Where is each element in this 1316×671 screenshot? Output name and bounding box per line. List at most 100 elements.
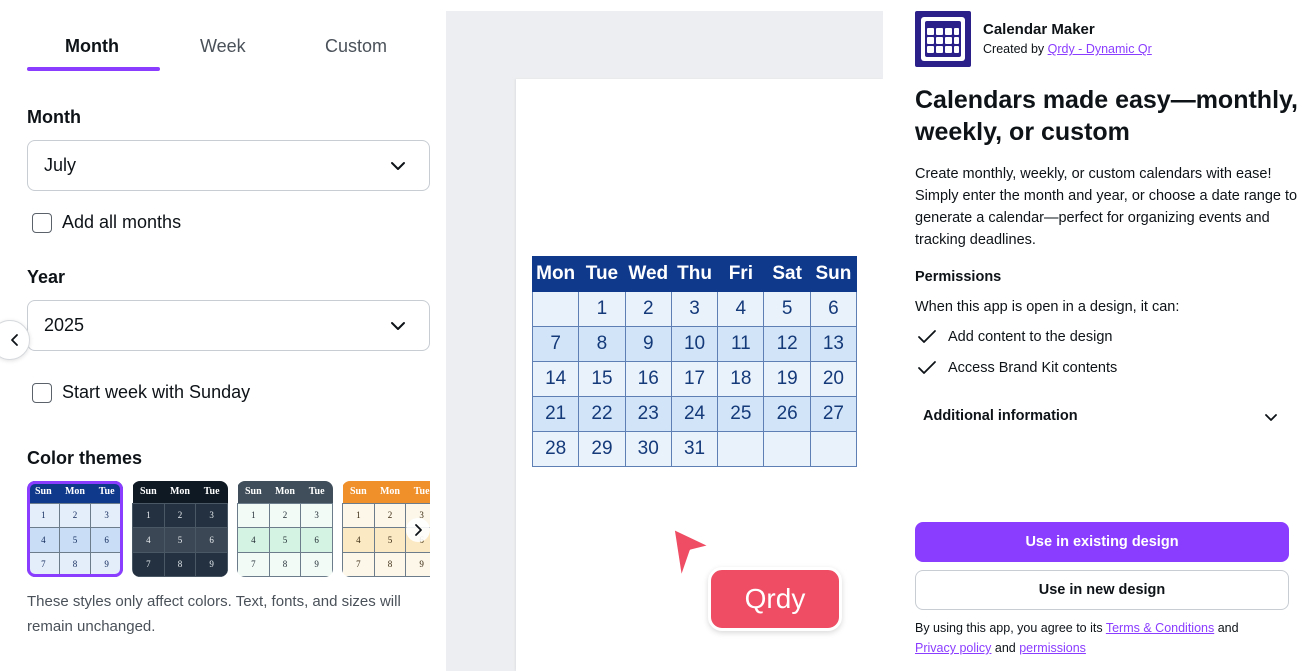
app-creator: Created by Qrdy - Dynamic Qr bbox=[983, 42, 1152, 56]
theme-preview-header: Tue bbox=[405, 481, 430, 503]
calendar-day-header: Sun bbox=[809, 256, 858, 292]
creator-link[interactable]: Qrdy - Dynamic Qr bbox=[1048, 42, 1152, 56]
theme-preview-table: SunMonTue 123 456 789 bbox=[132, 481, 228, 577]
theme-preview-cell: 3 bbox=[195, 502, 228, 528]
tab-custom[interactable]: Custom bbox=[325, 36, 387, 57]
calendar-date-cell[interactable]: 5 bbox=[763, 291, 811, 327]
calendar-date-cell[interactable]: 21 bbox=[531, 396, 580, 432]
design-page[interactable]: Mon Tue Wed Thu Fri Sat Sun 1 2 3 4 5 6 7 8 9 10 11 12 13 14… bbox=[516, 79, 883, 671]
calendar-date-cell[interactable]: 26 bbox=[763, 396, 811, 432]
legal-and: and bbox=[1214, 621, 1239, 635]
color-themes-label: Color themes bbox=[27, 448, 143, 468]
theme-preview-header: Sun bbox=[342, 481, 375, 503]
app-settings-panel: Month Week Custom Month July Add all mon… bbox=[0, 0, 446, 671]
calendar-date-cell[interactable]: 8 bbox=[578, 326, 626, 362]
use-in-existing-design-button[interactable]: Use in existing design bbox=[915, 522, 1289, 562]
calendar-date-cell[interactable]: 27 bbox=[809, 396, 858, 432]
calendar-date-cell[interactable]: 31 bbox=[670, 431, 719, 467]
theme-preview-cell: 7 bbox=[27, 551, 60, 577]
additional-info-accordion[interactable]: Additional information bbox=[915, 398, 1287, 436]
theme-preview-cell: 1 bbox=[132, 502, 165, 528]
color-theme-dark[interactable]: Sun Mon Tue 1 2 3 4 5 6 7 8 9 bbox=[132, 481, 228, 577]
calendar-date-cell[interactable]: 28 bbox=[531, 431, 580, 467]
calendar-date-cell[interactable]: 2 bbox=[624, 291, 672, 327]
theme-preview-header: Sun bbox=[237, 481, 270, 503]
calendar-date-cell[interactable] bbox=[531, 291, 580, 327]
calendar-table[interactable]: Mon Tue Wed Thu Fri Sat Sun 1 2 3 4 5 6 7 8 9 10 11 12 13 14… bbox=[531, 256, 858, 467]
theme-preview-cell: 5 bbox=[268, 527, 302, 553]
theme-preview-cell: 4 bbox=[132, 527, 165, 553]
calendar-date-cell[interactable]: 10 bbox=[670, 326, 719, 362]
use-in-new-design-button[interactable]: Use in new design bbox=[915, 570, 1289, 610]
calendar-date-cell[interactable]: 15 bbox=[578, 361, 626, 397]
theme-preview-cell: 2 bbox=[58, 502, 92, 528]
start-week-sunday-row[interactable]: Start week with Sunday bbox=[32, 382, 250, 403]
tab-week[interactable]: Week bbox=[200, 36, 246, 57]
calendar-date-cell[interactable]: 17 bbox=[670, 361, 719, 397]
calendar-date-cell[interactable]: 1 bbox=[578, 291, 626, 327]
theme-preview-cell: 4 bbox=[237, 527, 270, 553]
app-description: Create monthly, weekly, or custom calend… bbox=[915, 166, 1298, 248]
calendar-day-header: Wed bbox=[624, 256, 672, 292]
calendar-date-cell[interactable]: 20 bbox=[809, 361, 858, 397]
calendar-day-header: Sat bbox=[763, 256, 811, 292]
permissions-heading: Permissions bbox=[915, 269, 1002, 285]
themes-helper-text: These styles only affect colors. Text, f… bbox=[27, 593, 401, 635]
theme-preview-header: Mon bbox=[164, 481, 196, 503]
calendar-date-cell[interactable]: 18 bbox=[717, 361, 765, 397]
calendar-date-cell[interactable]: 19 bbox=[763, 361, 811, 397]
theme-preview-cell: 2 bbox=[268, 502, 302, 528]
add-all-months-label: Add all months bbox=[62, 212, 182, 232]
theme-preview-cell: 5 bbox=[163, 527, 197, 553]
calendar-week-row: 21 22 23 24 25 26 27 bbox=[531, 396, 858, 432]
theme-preview-cell: 9 bbox=[90, 551, 123, 577]
themes-next-button[interactable] bbox=[406, 518, 430, 542]
year-select[interactable]: 2025 bbox=[27, 300, 430, 351]
calendar-date-cell[interactable]: 11 bbox=[717, 326, 765, 362]
theme-preview-cell: 8 bbox=[58, 551, 92, 577]
calendar-date-cell[interactable]: 12 bbox=[763, 326, 811, 362]
theme-preview-cell: 5 bbox=[58, 527, 92, 553]
theme-preview-cell: 1 bbox=[237, 502, 270, 528]
collapse-panel-button[interactable] bbox=[0, 320, 30, 360]
theme-preview-cell: 3 bbox=[90, 502, 123, 528]
month-select[interactable]: July bbox=[27, 140, 430, 191]
calendar-date-cell[interactable]: 22 bbox=[578, 396, 626, 432]
calendar-date-cell[interactable]: 23 bbox=[624, 396, 672, 432]
color-theme-slate-mint[interactable]: Sun Mon Tue 1 2 3 4 5 6 7 8 9 bbox=[237, 481, 333, 577]
calendar-header-row: Mon Tue Wed Thu Fri Sat Sun bbox=[531, 256, 858, 292]
tab-month[interactable]: Month bbox=[65, 36, 119, 57]
calendar-date-cell[interactable] bbox=[763, 431, 811, 467]
theme-preview-cell: 8 bbox=[268, 551, 302, 577]
calendar-date-cell[interactable]: 4 bbox=[717, 291, 765, 327]
month-label: Month bbox=[27, 107, 81, 127]
calendar-app-icon bbox=[915, 11, 971, 67]
calendar-date-cell[interactable]: 30 bbox=[624, 431, 672, 467]
permission-item: Access Brand Kit contents bbox=[917, 360, 1117, 376]
calendar-date-cell[interactable]: 3 bbox=[670, 291, 719, 327]
add-all-months-checkbox[interactable] bbox=[32, 212, 52, 233]
calendar-day-header: Mon bbox=[531, 256, 580, 292]
calendar-date-cell[interactable]: 25 bbox=[717, 396, 765, 432]
calendar-date-cell[interactable]: 13 bbox=[809, 326, 858, 362]
calendar-date-cell[interactable] bbox=[809, 431, 858, 467]
calendar-date-cell[interactable]: 29 bbox=[578, 431, 626, 467]
calendar-date-cell[interactable] bbox=[717, 431, 765, 467]
privacy-policy-link[interactable]: Privacy policy bbox=[915, 641, 991, 655]
calendar-date-cell[interactable]: 24 bbox=[670, 396, 719, 432]
start-week-sunday-label: Start week with Sunday bbox=[62, 382, 251, 402]
calendar-date-cell[interactable]: 7 bbox=[531, 326, 580, 362]
permissions-link[interactable]: permissions bbox=[1019, 641, 1086, 655]
app-name: Calendar Maker bbox=[983, 21, 1095, 38]
calendar-date-cell[interactable]: 16 bbox=[624, 361, 672, 397]
start-week-sunday-checkbox[interactable] bbox=[32, 382, 52, 403]
add-all-months-row[interactable]: Add all months bbox=[32, 212, 181, 233]
calendar-date-cell[interactable]: 9 bbox=[624, 326, 672, 362]
terms-link[interactable]: Terms & Conditions bbox=[1106, 621, 1214, 635]
calendar-date-cell[interactable]: 14 bbox=[531, 361, 580, 397]
calendar-day-header: Thu bbox=[670, 256, 719, 292]
theme-preview-cell: 6 bbox=[195, 527, 228, 553]
theme-preview-header: Mon bbox=[374, 481, 406, 503]
calendar-date-cell[interactable]: 6 bbox=[809, 291, 858, 327]
color-theme-navy[interactable]: Sun Mon Tue 1 2 3 4 5 6 7 8 9 bbox=[27, 481, 123, 577]
